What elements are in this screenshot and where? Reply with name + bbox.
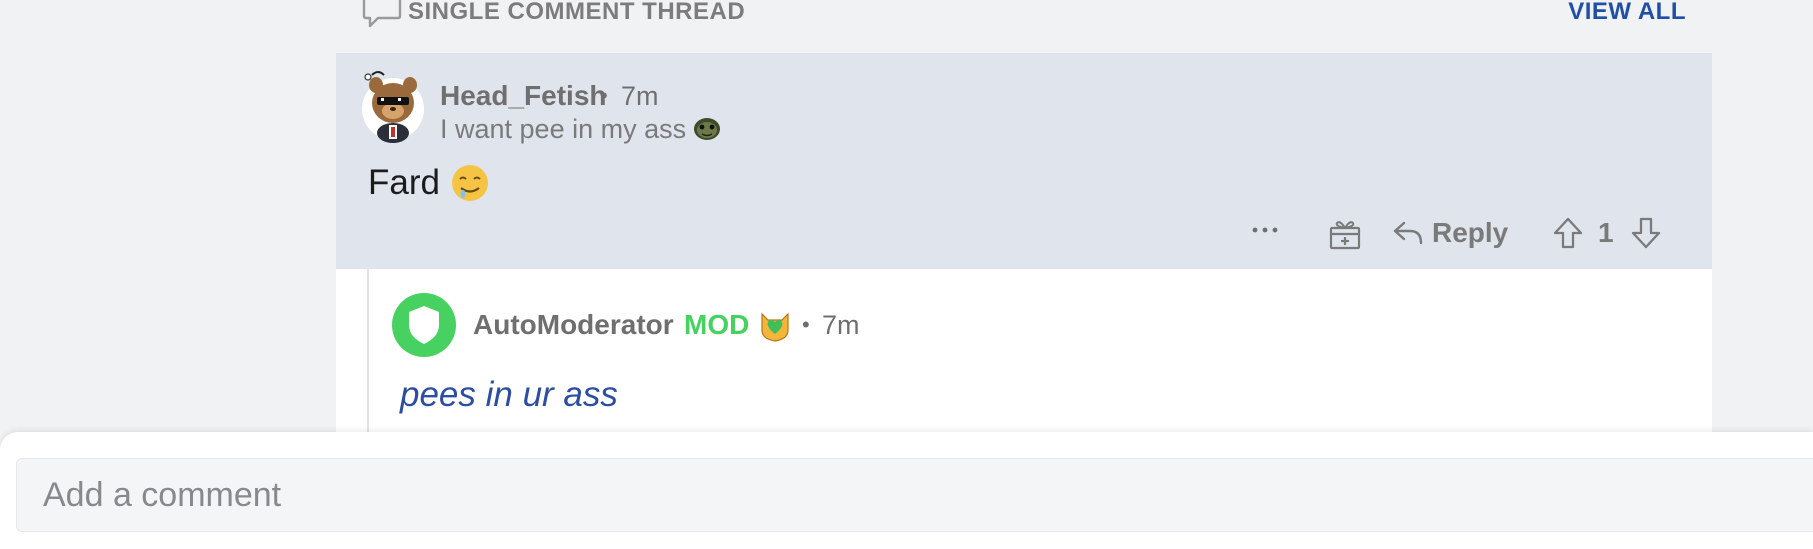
user-flair: I want pee in my ass <box>440 114 722 144</box>
reply-text: pees in ur ass <box>400 375 618 414</box>
thread-indent-line[interactable] <box>367 269 369 449</box>
reply-author[interactable]: AutoModerator <box>473 310 674 340</box>
comment-body: Fard <box>368 163 490 203</box>
add-comment-input[interactable] <box>16 458 1813 532</box>
drooling-face-icon <box>451 165 488 201</box>
downvote-arrow-icon[interactable] <box>1630 216 1662 250</box>
thread-mode-label: SINGLE COMMENT THREAD <box>408 0 746 25</box>
flair-text: I want pee in my ass <box>440 114 687 144</box>
turtle-head-icon <box>694 118 721 140</box>
comment-bubble-icon <box>362 0 402 28</box>
reply-button[interactable]: Reply <box>1392 213 1508 253</box>
comment-text: Fard <box>368 163 440 202</box>
view-all-link[interactable]: VIEW ALL <box>1568 0 1686 24</box>
reply-label: Reply <box>1432 217 1509 248</box>
reply-comment: AutoModerator MOD • 7m pees in ur ass <box>336 269 1712 449</box>
upvote-arrow-icon[interactable] <box>1552 216 1584 250</box>
cat-shield-icon <box>761 312 789 342</box>
reply-timestamp: 7m <box>822 310 860 340</box>
comment-composer <box>0 432 1813 549</box>
thread-header: SINGLE COMMENT THREAD VIEW ALL <box>360 0 1696 28</box>
user-avatar[interactable] <box>360 67 426 143</box>
mod-badge: MOD <box>684 309 750 340</box>
award-gift-icon[interactable] <box>1328 217 1362 251</box>
comment-timestamp: 7m <box>621 81 659 111</box>
moderator-shield-avatar[interactable] <box>392 293 456 357</box>
more-options-icon[interactable] <box>1250 223 1280 237</box>
comment-author[interactable]: Head_Fetish <box>440 81 607 111</box>
reply-arrow-icon <box>1393 221 1423 245</box>
vote-score: 1 <box>1598 217 1614 248</box>
meta-separator: • <box>802 312 810 337</box>
highlighted-comment: Head_Fetish • 7m I want pee in my ass Fa… <box>336 53 1712 269</box>
meta-separator: • <box>600 83 608 108</box>
